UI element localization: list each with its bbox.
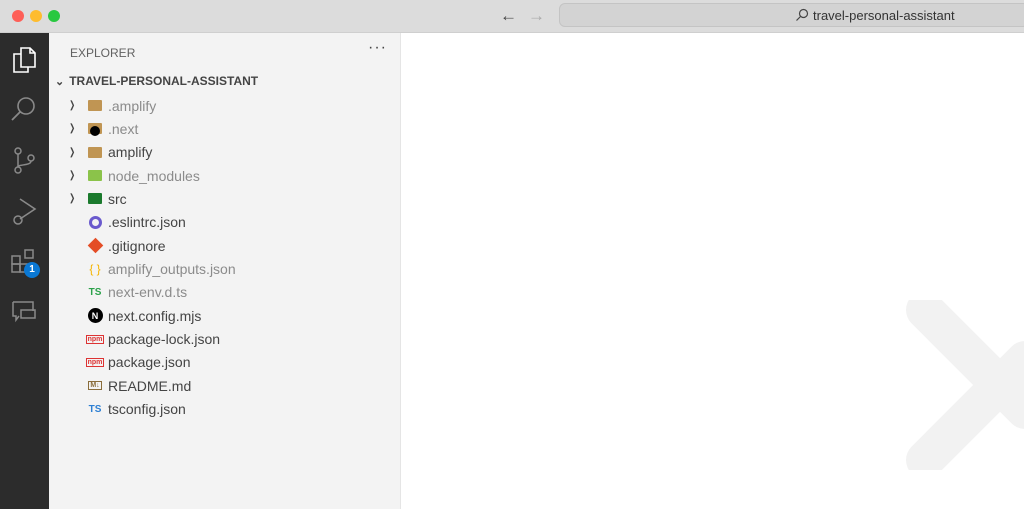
vscode-watermark-icon [906,300,1024,470]
chevron-right-icon: ❯ [69,146,76,158]
src-folder-icon [87,191,103,207]
tree-item-label: next.config.mjs [108,307,202,324]
workspace-root-label: TRAVEL-PERSONAL-ASSISTANT [69,74,259,88]
git-icon [87,237,103,254]
tree-file[interactable]: TS tsconfig.json [49,398,400,421]
tree-item-label: next-env.d.ts [108,284,188,301]
tree-file[interactable]: .gitignore [49,234,400,257]
tree-item-label: README.md [108,377,192,394]
activity-bar: 1 [0,33,49,509]
maximize-window-button[interactable] [48,10,60,22]
tree-file[interactable]: TS next-env.d.ts [49,281,400,304]
tree-item-label: .gitignore [108,237,166,254]
tree-item-label: tsconfig.json [108,401,186,418]
tree-item-label: .eslintrc.json [108,214,186,231]
chevron-right-icon: ❯ [69,170,76,182]
eslint-icon [87,214,103,230]
search-icon [796,8,809,21]
chevron-right-icon: ❯ [69,193,76,205]
remote-explorer-icon[interactable] [9,297,39,327]
tree-file[interactable]: .eslintrc.json [49,211,400,234]
search-text: travel-personal-assistant [813,7,955,23]
tree-file[interactable]: npm package-lock.json [49,328,400,351]
folder-icon [87,144,103,160]
title-bar: ← → travel-personal-assistant [0,0,1024,33]
markdown-icon: M↓ [88,381,102,391]
explorer-header: EXPLORER [70,46,136,60]
tree-file[interactable]: { } amplify_outputs.json [49,257,400,280]
tree-item-label: package.json [108,354,191,371]
tree-item-label: package-lock.json [108,331,221,347]
tree-item-label: .amplify [108,97,157,114]
tree-item-label: .next [108,120,139,137]
run-debug-icon[interactable] [9,196,39,226]
workspace-root[interactable]: ⌄ TRAVEL-PERSONAL-ASSISTANT [55,74,258,88]
tree-item-label: node_modules [108,167,200,184]
tree-folder[interactable]: ❯ .amplify [49,94,400,117]
tree-folder[interactable]: ❯ node_modules [49,164,400,187]
tree-item-label: amplify [108,144,153,161]
explorer-sidebar: EXPLORER ··· ⌄ TRAVEL-PERSONAL-ASSISTANT… [49,33,401,509]
back-arrow-icon[interactable]: ← [500,6,517,26]
chevron-right-icon: ❯ [69,123,76,135]
node-folder-icon [87,168,103,184]
json-icon: { } [89,261,101,276]
nextjs-icon: N [87,308,103,324]
tree-file[interactable]: npm package.json [49,351,400,374]
npm-icon: npm [85,334,105,344]
folder-icon [87,98,103,114]
tsconfig-icon: TS [88,403,102,415]
npm-icon: npm [85,357,105,367]
command-center-search[interactable]: travel-personal-assistant [559,3,1024,27]
tree-folder[interactable]: ❯ src [49,187,400,210]
tree-item-label: src [108,190,127,207]
next-folder-icon [87,121,103,137]
extensions-badge: 1 [24,262,40,278]
tree-folder[interactable]: ❯ amplify [49,141,400,164]
more-actions-button[interactable]: ··· [368,39,387,57]
tree-item-label: amplify_outputs.json [108,260,236,277]
minimize-window-button[interactable] [30,10,42,22]
source-control-icon[interactable] [9,145,39,175]
tree-file[interactable]: Nnext.config.mjs [49,304,400,327]
chevron-down-icon: ⌄ [55,75,65,88]
chevron-right-icon: ❯ [69,100,76,111]
close-window-button[interactable] [12,10,24,22]
tree-folder[interactable]: ❯ .next [49,117,400,140]
typescript-icon: TS [88,286,102,298]
forward-arrow-icon[interactable]: → [528,6,545,26]
tree-file[interactable]: M↓ README.md [49,374,400,397]
explorer-files-icon[interactable] [9,45,39,75]
search-icon[interactable] [9,94,39,124]
